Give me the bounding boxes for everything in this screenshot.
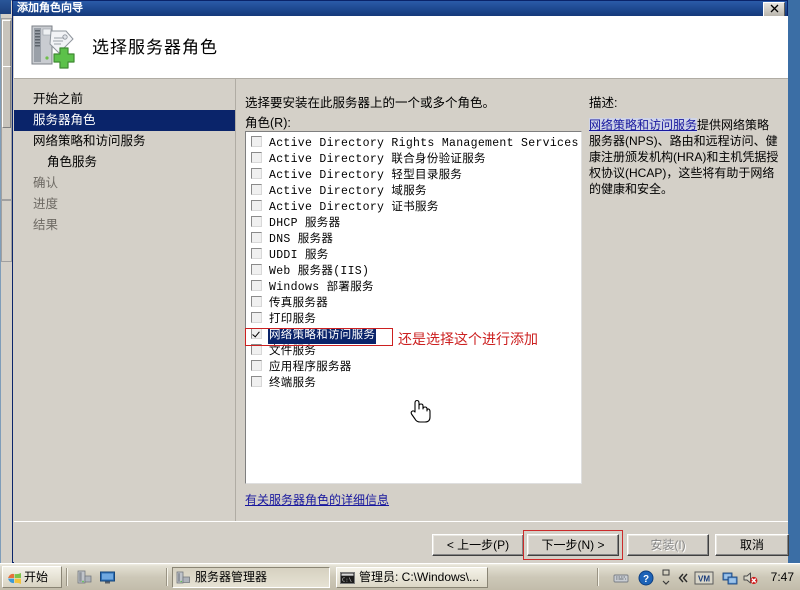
start-button-label: 开始 [24,570,49,584]
annotation-text: 还是选择这个进行添加 [398,331,538,347]
role-list-item[interactable]: 终端服务 [246,374,581,390]
role-checkbox[interactable] [251,184,262,195]
description-body: 网络策略和访问服务提供网络策略服务器(NPS)、路由和远程访问、健康注册颁发机构… [589,117,781,197]
windows-logo-icon [7,571,22,586]
role-checkbox[interactable] [251,360,262,371]
quicklaunch-server-manager-icon[interactable] [76,569,93,586]
help-icon[interactable]: ? [638,570,654,586]
next-button[interactable]: 下一步(N) > [527,534,619,556]
taskbar-separator-1 [66,568,68,586]
double-chevron-left-icon[interactable] [676,570,692,586]
quicklaunch-show-desktop-icon[interactable] [99,569,116,586]
server-add-icon [26,21,78,73]
role-list-item[interactable]: Active Directory 轻型目录服务 [246,166,581,182]
role-list-item[interactable]: DHCP 服务器 [246,214,581,230]
role-checkbox[interactable] [251,200,262,211]
svg-text:C:\: C:\ [342,578,352,584]
role-checkbox[interactable] [251,168,262,179]
taskbar-separator-3 [597,568,599,586]
desktop: 添加角色向导 选择服务器角色 开始之前 服务器角色 网络策略和访问服务 角色服务… [0,0,800,590]
description-title: 描述: [589,96,618,110]
speaker-muted-icon[interactable] [742,570,758,586]
cancel-button[interactable]: 取消 [715,534,789,556]
chevron-expand-icon[interactable] [661,568,677,588]
svg-text:VM: VM [698,575,710,584]
sidebar-item-progress: 进度 [33,197,59,211]
role-checkbox[interactable] [251,152,262,163]
more-info-link[interactable]: 有关服务器角色的详细信息 [245,491,389,508]
sidebar-item-before-you-begin[interactable]: 开始之前 [14,89,235,110]
role-checkbox[interactable] [251,312,262,323]
wizard-body: 选择要安装在此服务器上的一个或多个角色。 角色(R): Active Direc… [237,79,788,521]
sidebar-item-network-policy[interactable]: 网络策略和访问服务 [14,131,235,152]
role-list-item[interactable]: 打印服务 [246,310,581,326]
role-list-item[interactable]: Web 服务器(IIS) [246,262,581,278]
network-icon[interactable] [722,570,738,586]
taskbar-separator-2 [166,568,168,586]
role-checkbox[interactable] [251,248,262,259]
keyboard-icon[interactable] [613,570,629,586]
install-button: 安装(I) [627,534,709,556]
page-title: 选择服务器角色 [92,38,218,57]
svg-text:?: ? [643,574,649,585]
wizard-header: 选择服务器角色 [14,16,788,79]
role-list-item[interactable]: 应用程序服务器 [246,358,581,374]
instruction-text: 选择要安装在此服务器上的一个或多个角色。 [245,96,496,110]
roles-listbox[interactable]: Active Directory Rights Management Servi… [245,131,582,484]
role-checkbox[interactable] [251,328,262,339]
role-checkbox[interactable] [251,136,262,147]
role-list-item[interactable]: DNS 服务器 [246,230,581,246]
role-list-item[interactable]: Active Directory Rights Management Servi… [246,134,581,150]
window-titlebar: 添加角色向导 [13,1,787,16]
taskbar-clock[interactable]: 7:47 [771,564,794,590]
sidebar-item-results: 结果 [33,218,59,232]
role-list-item[interactable]: Windows 部署服务 [246,278,581,294]
sidebar-item-server-roles[interactable]: 服务器角色 [14,110,235,131]
role-checkbox[interactable] [251,264,262,275]
taskbar-task-administrator-console[interactable]: C:\ 管理员: C:\Windows\... [336,567,488,588]
role-checkbox[interactable] [251,344,262,355]
role-checkbox[interactable] [251,280,262,291]
role-list-item[interactable]: Active Directory 证书服务 [246,198,581,214]
description-pane: 描述: 网络策略和访问服务提供网络策略服务器(NPS)、路由和远程访问、健康注册… [589,92,781,197]
description-role-link[interactable]: 网络策略和访问服务 [589,118,698,132]
wizard-steps-sidebar: 开始之前 服务器角色 网络策略和访问服务 角色服务 确认 进度 结果 [14,79,236,521]
add-roles-wizard-window: 添加角色向导 选择服务器角色 开始之前 服务器角色 网络策略和访问服务 角色服务… [12,0,789,563]
background-window-titlebar [0,0,11,14]
close-icon[interactable] [763,2,785,16]
background-scrollbar-thumb[interactable] [2,20,11,68]
role-label: 终端服务 [269,377,317,390]
sidebar-item-confirmation: 确认 [33,176,59,190]
previous-button[interactable]: < 上一步(P) [432,534,524,556]
taskbar-task-server-manager[interactable]: 服务器管理器 [172,567,330,588]
role-list-item[interactable]: UDDI 服务 [246,246,581,262]
taskbar-task-label-2: 管理员: C:\Windows\... [359,570,480,584]
console-icon: C:\ [340,571,355,585]
window-title: 添加角色向导 [17,2,83,14]
taskbar: 开始 服务器管理器 C:\ 管理员: C:\Windows\... ? VM 7… [0,563,800,590]
sidebar-item-role-services[interactable]: 角色服务 [14,152,235,173]
start-button[interactable]: 开始 [2,566,62,588]
server-manager-icon [176,571,191,585]
role-list-item[interactable]: Active Directory 域服务 [246,182,581,198]
taskbar-task-label: 服务器管理器 [195,570,268,584]
vm-icon[interactable]: VM [694,570,714,586]
role-list-item[interactable]: Active Directory 联合身份验证服务 [246,150,581,166]
role-checkbox[interactable] [251,296,262,307]
role-checkbox[interactable] [251,216,262,227]
background-scrollbar-thumb-2[interactable] [2,66,11,128]
background-window-panel [1,200,12,262]
role-list-item[interactable]: 传真服务器 [246,294,581,310]
wizard-footer: < 上一步(P) 下一步(N) > 安装(I) 取消 [14,521,789,563]
role-checkbox[interactable] [251,376,262,387]
roles-list-label: 角色(R): [245,116,291,130]
role-checkbox[interactable] [251,232,262,243]
